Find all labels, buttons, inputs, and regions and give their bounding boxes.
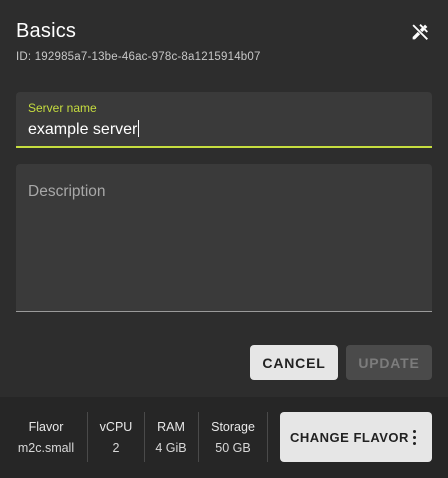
spec-value: 2 [112, 441, 120, 455]
divider [144, 412, 145, 462]
server-name-field[interactable]: Server name example server [16, 92, 432, 148]
server-name-label: Server name [28, 101, 97, 115]
spec-label: RAM [157, 420, 185, 434]
spec-ram: RAM 4 GiB [151, 397, 191, 478]
dialog-title: Basics [16, 20, 77, 42]
spec-label: Storage [211, 420, 255, 434]
spec-storage: Storage 50 GB [206, 397, 260, 478]
change-flavor-button[interactable]: CHANGE FLAVOR [280, 412, 432, 462]
server-name-value: example server [28, 121, 138, 138]
divider [87, 412, 88, 462]
basics-dialog: Basics ID: 192985a7-13be-46ac-978c-8a121… [0, 0, 448, 478]
change-flavor-label: CHANGE FLAVOR [290, 429, 409, 445]
update-button[interactable]: UPDATE [346, 345, 432, 380]
spec-flavor: Flavor m2c.small [16, 397, 76, 478]
server-name-input[interactable]: example server [28, 120, 418, 139]
spec-value: 4 GiB [155, 441, 187, 455]
text-caret [138, 120, 140, 137]
server-id: ID: 192985a7-13be-46ac-978c-8a1215914b07 [16, 51, 261, 63]
divider [267, 412, 268, 462]
divider [198, 412, 199, 462]
spec-label: vCPU [99, 420, 133, 434]
description-label: Description [28, 183, 106, 200]
edit-off-icon [411, 23, 429, 41]
cancel-button[interactable]: CANCEL [250, 345, 338, 380]
more-vert-icon[interactable] [406, 427, 422, 447]
spec-value: 50 GB [215, 441, 251, 455]
spec-vcpu: vCPU 2 [96, 397, 136, 478]
description-field[interactable]: Description [16, 164, 432, 312]
edit-toggle-button[interactable] [406, 18, 434, 46]
spec-label: Flavor [28, 420, 64, 434]
spec-value: m2c.small [17, 441, 75, 455]
